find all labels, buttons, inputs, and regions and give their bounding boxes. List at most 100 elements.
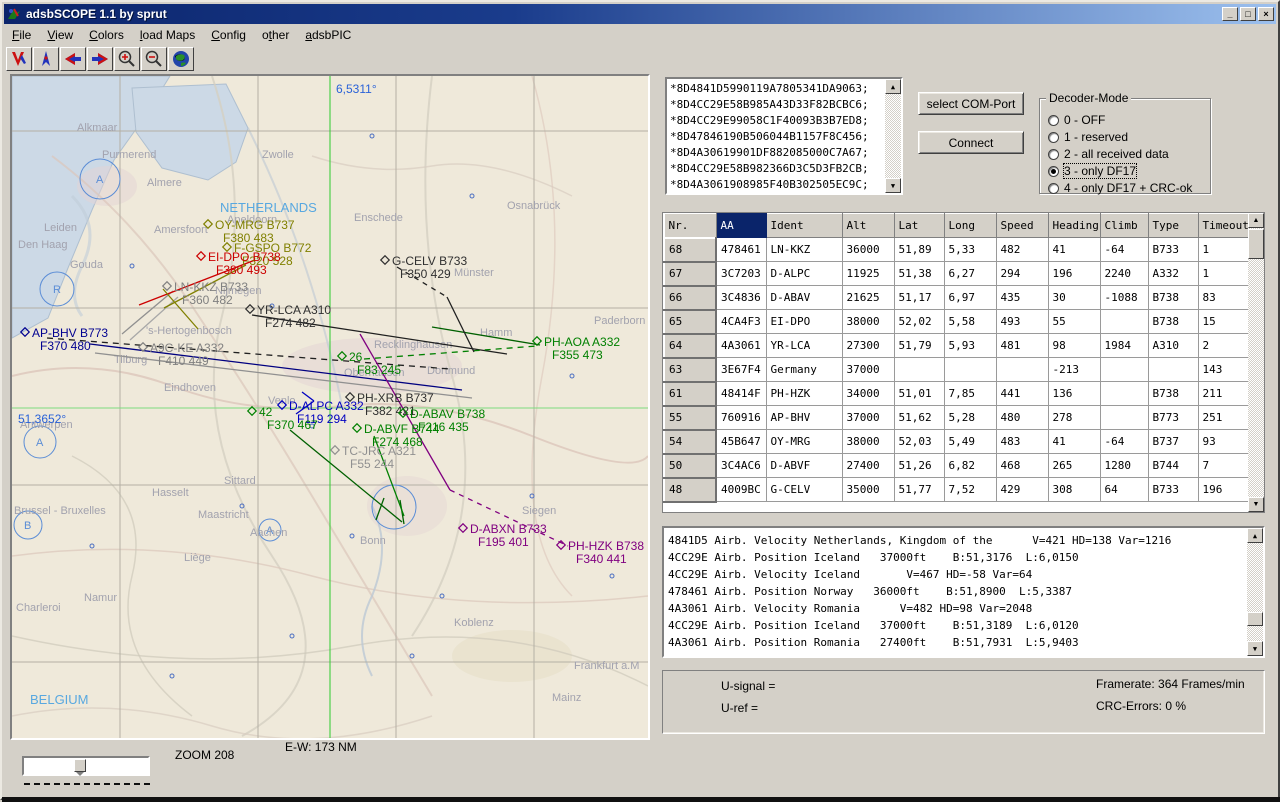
- plane-down-icon: [9, 49, 29, 69]
- radio-icon[interactable]: [1048, 183, 1059, 194]
- cell: 38000: [842, 430, 894, 454]
- cell: 7: [1198, 454, 1250, 478]
- column-header-heading[interactable]: Heading: [1048, 214, 1100, 238]
- menu-item-load-maps[interactable]: load Maps: [132, 25, 203, 45]
- table-row[interactable]: 484009BCG-CELV3500051,777,5242930864B733…: [664, 478, 1250, 502]
- close-button[interactable]: ×: [1258, 7, 1274, 21]
- cell: 51,38: [894, 262, 944, 286]
- table-row[interactable]: 503C4AC6D-ABVF2740051,266,824682651280B7…: [664, 454, 1250, 478]
- radio-icon[interactable]: [1048, 166, 1059, 177]
- plane-up-button[interactable]: [33, 47, 59, 71]
- radar-map[interactable]: ARABAAlkmaarPurmerendZwolleAlmereLeidenD…: [12, 76, 648, 738]
- column-header-aa[interactable]: AA: [716, 214, 766, 238]
- cell: B737: [1148, 430, 1198, 454]
- row-header: 54: [664, 430, 716, 454]
- scroll-up-icon[interactable]: ▲: [885, 79, 901, 94]
- pan-right-button[interactable]: [87, 47, 113, 71]
- city-label: Eindhoven: [164, 382, 216, 394]
- scroll-up-icon[interactable]: ▲: [1248, 213, 1264, 228]
- cell: 37000: [842, 358, 894, 382]
- minimize-button[interactable]: _: [1222, 7, 1238, 21]
- table-row[interactable]: 644A3061YR-LCA2730051,795,93481981984A31…: [664, 334, 1250, 358]
- radio-icon[interactable]: [1048, 132, 1059, 143]
- cell: [1100, 406, 1148, 430]
- aircraft-callsign: AP-BHV B773: [32, 326, 108, 340]
- cell: A332: [1148, 262, 1198, 286]
- decoder-option-4[interactable]: 4 - only DF17 + CRC-ok: [1048, 181, 1192, 195]
- table-row[interactable]: 68478461LN-KKZ3600051,895,3348241-64B733…: [664, 238, 1250, 262]
- table-scrollbar[interactable]: ▲ ▼: [1248, 213, 1264, 512]
- table-row[interactable]: 6148414FPH-HZK3400051,017,85441136B73821…: [664, 382, 1250, 406]
- menu-item-view[interactable]: View: [39, 25, 81, 45]
- scroll-down-icon[interactable]: ▼: [885, 178, 901, 193]
- aircraft-callsign: EI-DPO B738: [208, 250, 281, 264]
- menu-item-adsbpic[interactable]: adsbPIC: [297, 25, 359, 45]
- radio-icon[interactable]: [1048, 149, 1059, 160]
- column-header-timeout[interactable]: Timeout: [1198, 214, 1250, 238]
- scroll-down-icon[interactable]: ▼: [1248, 497, 1264, 512]
- zoom-slider[interactable]: [22, 756, 150, 776]
- column-header-lat[interactable]: Lat: [894, 214, 944, 238]
- menu-item-colors[interactable]: Colors: [81, 25, 132, 45]
- menu-item-file[interactable]: File: [4, 25, 39, 45]
- aircraft-flightlevel: F380 493: [216, 263, 267, 277]
- row-header: 65: [664, 310, 716, 334]
- decoder-option-2[interactable]: 2 - all received data: [1048, 147, 1169, 161]
- aircraft-table[interactable]: Nr.AAIdentAltLatLongSpeedHeadingClimbTyp…: [662, 212, 1265, 513]
- connect-button[interactable]: Connect: [918, 131, 1024, 154]
- column-header-climb[interactable]: Climb: [1100, 214, 1148, 238]
- cell: PH-HZK: [766, 382, 842, 406]
- map-panel[interactable]: ARABAAlkmaarPurmerendZwolleAlmereLeidenD…: [10, 74, 650, 740]
- zoom-in-button[interactable]: [114, 47, 140, 71]
- cell: 3E67F4: [716, 358, 766, 382]
- cell: 482: [996, 238, 1048, 262]
- aircraft-callsign: PH-AOA A332: [544, 335, 620, 349]
- aircraft-flightlevel: F382 421: [365, 404, 416, 418]
- cell: [996, 358, 1048, 382]
- raw-data-box[interactable]: *8D4841D5990119A7805341DA9063; *8D4CC29E…: [665, 77, 903, 195]
- radio-icon[interactable]: [1048, 115, 1059, 126]
- column-header-nr[interactable]: Nr.: [664, 214, 716, 238]
- decoded-scroll-thumb[interactable]: [1247, 612, 1263, 626]
- table-row[interactable]: 633E67F4Germany37000-213143: [664, 358, 1250, 382]
- coordinate-label: 6,5311°: [336, 82, 377, 96]
- menu-item-config[interactable]: Config: [203, 25, 254, 45]
- plane-down-button[interactable]: [6, 47, 32, 71]
- decoded-scrollbar[interactable]: ▲ ▼: [1247, 528, 1263, 656]
- menu-item-other[interactable]: other: [254, 25, 297, 45]
- select-com-port-button[interactable]: select COM-Port: [918, 92, 1024, 115]
- decoder-option-0[interactable]: 0 - OFF: [1048, 113, 1105, 127]
- cell: 6,82: [944, 454, 996, 478]
- scroll-up-icon[interactable]: ▲: [1247, 528, 1263, 543]
- table-row[interactable]: 5445B647OY-MRG3800052,035,4948341-64B737…: [664, 430, 1250, 454]
- table-row[interactable]: 673C7203D-ALPC1192551,386,272941962240A3…: [664, 262, 1250, 286]
- city-label: Paderborn: [594, 315, 645, 327]
- column-header-alt[interactable]: Alt: [842, 214, 894, 238]
- column-header-speed[interactable]: Speed: [996, 214, 1048, 238]
- cell: 143: [1198, 358, 1250, 382]
- zoom-out-button[interactable]: [141, 47, 167, 71]
- cell: B738: [1148, 310, 1198, 334]
- row-header: 61: [664, 382, 716, 406]
- globe-button[interactable]: [168, 47, 194, 71]
- raw-data-scrollbar[interactable]: ▲ ▼: [885, 79, 901, 193]
- decoded-messages-box[interactable]: 4841D5 Airb. Velocity Netherlands, Kingd…: [662, 526, 1265, 658]
- column-header-ident[interactable]: Ident: [766, 214, 842, 238]
- cell: 7,85: [944, 382, 996, 406]
- scroll-down-icon[interactable]: ▼: [1247, 641, 1263, 656]
- table-row[interactable]: 55760916AP-BHV3700051,625,28480278B77325…: [664, 406, 1250, 430]
- pan-left-button[interactable]: [60, 47, 86, 71]
- table-row[interactable]: 663C4836D-ABAV2162551,176,9743530-1088B7…: [664, 286, 1250, 310]
- cell: 48414F: [716, 382, 766, 406]
- aircraft-callsign: 42: [259, 405, 273, 419]
- decoder-option-3[interactable]: 3 - only DF17: [1048, 164, 1136, 178]
- radio-label: 0 - OFF: [1064, 113, 1105, 127]
- column-header-long[interactable]: Long: [944, 214, 996, 238]
- column-header-type[interactable]: Type: [1148, 214, 1198, 238]
- maximize-button[interactable]: □: [1240, 7, 1256, 21]
- decoder-option-1[interactable]: 1 - reserved: [1048, 130, 1128, 144]
- table-scroll-thumb[interactable]: [1248, 229, 1264, 259]
- zoom-slider-thumb[interactable]: [74, 759, 86, 772]
- table-row[interactable]: 654CA4F3EI-DPO3800052,025,5849355B73815: [664, 310, 1250, 334]
- aircraft-callsign: D-ABXN B733: [470, 522, 547, 536]
